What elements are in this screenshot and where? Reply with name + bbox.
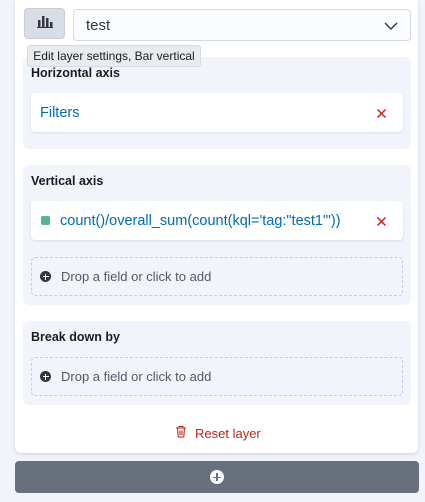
add-layer-button[interactable] xyxy=(15,461,419,493)
layer-select-value: test xyxy=(86,16,111,34)
layer-select[interactable]: test xyxy=(73,9,411,41)
plus-circle-icon xyxy=(210,470,224,484)
plus-circle-icon xyxy=(40,271,51,282)
horizontal-axis-title: Horizontal axis xyxy=(31,66,120,80)
remove-dimension-icon[interactable] xyxy=(376,106,387,124)
breakdown-group: Break down by Drop a field or click to a… xyxy=(23,321,411,405)
chevron-down-icon xyxy=(384,19,398,37)
layer-settings-tooltip: Edit layer settings, Bar vertical xyxy=(27,45,201,67)
dimension-label[interactable]: Filters xyxy=(40,105,79,121)
vertical-axis-drop-zone[interactable]: Drop a field or click to add xyxy=(31,257,403,296)
plus-circle-icon xyxy=(40,371,51,382)
bar-chart-icon xyxy=(36,14,53,33)
dimension-label[interactable]: count()/overall_sum(count(kql='tag:"test… xyxy=(60,213,341,229)
vertical-axis-group: Vertical axis count()/overall_sum(count(… xyxy=(23,165,411,305)
vertical-axis-title: Vertical axis xyxy=(31,174,104,188)
reset-layer-button[interactable]: Reset layer xyxy=(175,424,261,442)
vertical-axis-dimension[interactable]: count()/overall_sum(count(kql='tag:"test… xyxy=(31,201,403,240)
breakdown-drop-zone[interactable]: Drop a field or click to add xyxy=(31,357,403,396)
horizontal-axis-group: Horizontal axis Filters xyxy=(23,57,411,149)
series-color-swatch xyxy=(41,216,50,225)
trash-icon xyxy=(175,425,195,441)
breakdown-title: Break down by xyxy=(31,330,120,344)
remove-dimension-icon[interactable] xyxy=(376,214,387,232)
layer-settings-button[interactable] xyxy=(24,8,65,39)
drop-zone-label: Drop a field or click to add xyxy=(61,369,212,384)
reset-layer-label: Reset layer xyxy=(195,425,261,441)
drop-zone-label: Drop a field or click to add xyxy=(61,269,212,284)
horizontal-axis-dimension[interactable]: Filters xyxy=(31,93,403,132)
